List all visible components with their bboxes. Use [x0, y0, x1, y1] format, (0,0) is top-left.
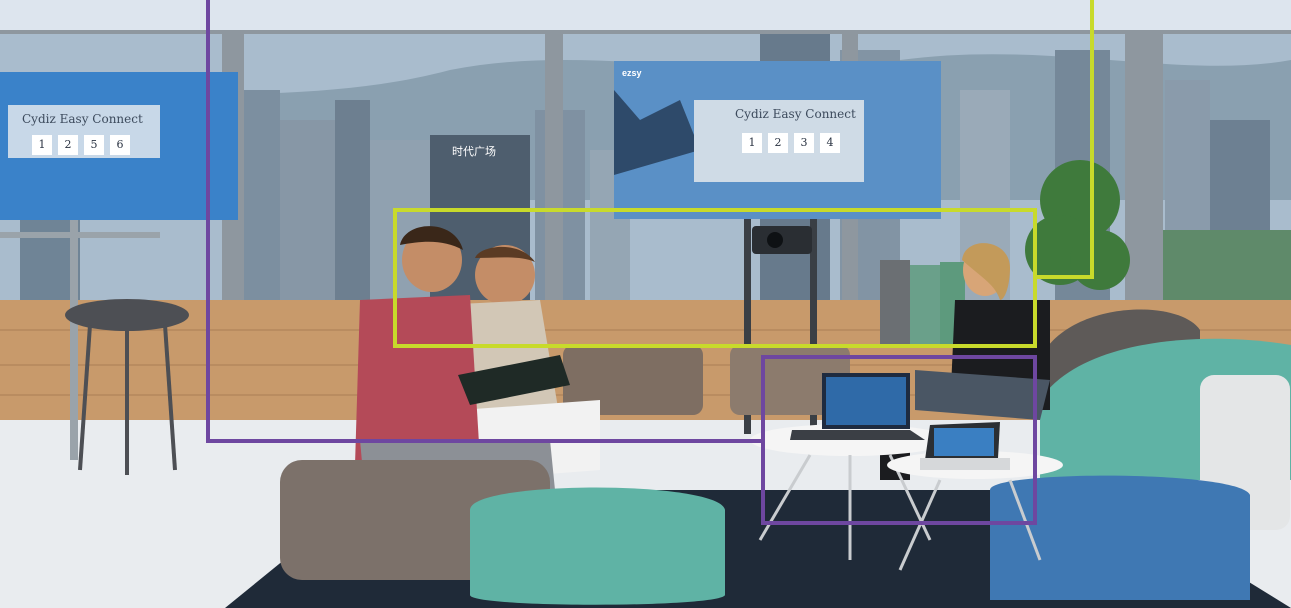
office-lounge-photo: Cydiz Easy Connect 1 2 5 6 ezsy Cydiz Ea… — [0, 0, 1291, 608]
left-screen-title: Cydiz Easy Connect — [22, 112, 143, 126]
center-screen-code: 1 2 3 4 — [742, 133, 840, 153]
center-screen-brand: ezsy — [622, 68, 642, 78]
photo-illustration — [0, 0, 1291, 608]
digit: 1 — [742, 133, 762, 153]
digit: 2 — [768, 133, 788, 153]
left-screen-code: 1 2 5 6 — [32, 135, 130, 155]
digit: 4 — [820, 133, 840, 153]
tablet-dock — [920, 422, 1010, 470]
top-band — [0, 0, 1291, 30]
digit: 1 — [32, 135, 52, 155]
center-screen-title: Cydiz Easy Connect — [735, 107, 856, 121]
pouf-front-teal — [470, 487, 725, 605]
mobile-whiteboards — [880, 260, 965, 345]
digit: 3 — [794, 133, 814, 153]
pouf-front-blue — [990, 475, 1250, 600]
digit: 6 — [110, 135, 130, 155]
digit: 2 — [58, 135, 78, 155]
building-sign: 时代广场 — [452, 145, 496, 158]
digit: 5 — [84, 135, 104, 155]
